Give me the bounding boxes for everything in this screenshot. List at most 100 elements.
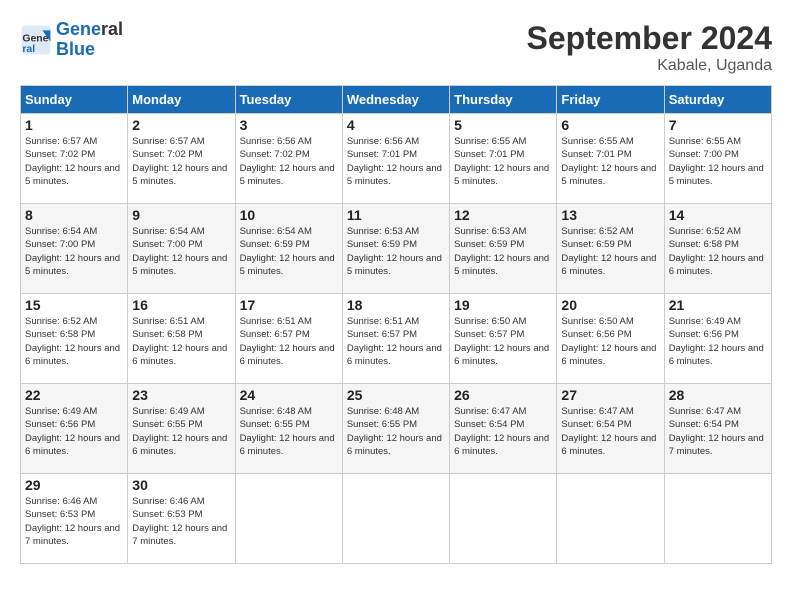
table-row	[235, 474, 342, 564]
calendar-week: 8 Sunrise: 6:54 AMSunset: 7:00 PMDaylight…	[21, 204, 772, 294]
day-info: Sunrise: 6:53 AMSunset: 6:59 PMDaylight:…	[347, 225, 445, 278]
day-number: 17	[240, 297, 338, 313]
day-info: Sunrise: 6:49 AMSunset: 6:56 PMDaylight:…	[25, 405, 123, 458]
day-number: 8	[25, 207, 123, 223]
day-number: 3	[240, 117, 338, 133]
day-info: Sunrise: 6:48 AMSunset: 6:55 PMDaylight:…	[347, 405, 445, 458]
day-info: Sunrise: 6:46 AMSunset: 6:53 PMDaylight:…	[132, 495, 230, 548]
day-number: 29	[25, 477, 123, 493]
table-row: 13Sunrise: 6:52 AMSunset: 6:59 PMDayligh…	[557, 204, 664, 294]
day-number: 6	[561, 117, 659, 133]
col-tuesday: Tuesday	[235, 86, 342, 114]
day-number: 23	[132, 387, 230, 403]
day-info: Sunrise: 6:56 AMSunset: 7:02 PMDaylight:…	[240, 135, 338, 188]
table-row: 26 Sunrise: 6:47 AMSunset: 6:54 PMDayligh…	[450, 384, 557, 474]
day-number: 28	[669, 387, 767, 403]
col-sunday: Sunday	[21, 86, 128, 114]
day-number: 14	[669, 207, 767, 223]
table-row: 14 Sunrise: 6:52 AMSunset: 6:58 PMDayligh…	[664, 204, 771, 294]
day-info: Sunrise: 6:47 AMSunset: 6:54 PMDaylight:…	[454, 405, 552, 458]
day-number: 5	[454, 117, 552, 133]
day-info: Sunrise: 6:50 AMSunset: 6:56 PMDaylight:…	[561, 315, 659, 368]
table-row: 1 Sunrise: 6:57 AMSunset: 7:02 PMDaylight…	[21, 114, 128, 204]
page-header: Gene ral GeneralBlue September 2024 Kaba…	[20, 20, 772, 75]
logo-text: GeneralBlue	[56, 20, 123, 60]
table-row	[664, 474, 771, 564]
logo: Gene ral GeneralBlue	[20, 20, 123, 60]
month-title: September 2024	[527, 20, 772, 57]
table-row: 10 Sunrise: 6:54 AMSunset: 6:59 PMDayligh…	[235, 204, 342, 294]
day-info: Sunrise: 6:51 AMSunset: 6:57 PMDaylight:…	[347, 315, 445, 368]
col-wednesday: Wednesday	[342, 86, 449, 114]
table-row: 5 Sunrise: 6:55 AMSunset: 7:01 PMDaylight…	[450, 114, 557, 204]
table-row: 2Sunrise: 6:57 AMSunset: 7:02 PMDaylight…	[128, 114, 235, 204]
day-info: Sunrise: 6:51 AMSunset: 6:58 PMDaylight:…	[132, 315, 230, 368]
day-number: 26	[454, 387, 552, 403]
day-info: Sunrise: 6:51 AMSunset: 6:57 PMDaylight:…	[240, 315, 338, 368]
logo-icon: Gene ral	[20, 24, 52, 56]
day-number: 19	[454, 297, 552, 313]
day-info: Sunrise: 6:56 AMSunset: 7:01 PMDaylight:…	[347, 135, 445, 188]
table-row: 9Sunrise: 6:54 AMSunset: 7:00 PMDaylight…	[128, 204, 235, 294]
table-row: 17 Sunrise: 6:51 AMSunset: 6:57 PMDayligh…	[235, 294, 342, 384]
day-number: 27	[561, 387, 659, 403]
day-number: 24	[240, 387, 338, 403]
table-row: 22 Sunrise: 6:49 AMSunset: 6:56 PMDayligh…	[21, 384, 128, 474]
day-number: 4	[347, 117, 445, 133]
table-row: 20 Sunrise: 6:50 AMSunset: 6:56 PMDayligh…	[557, 294, 664, 384]
table-row: 21Sunrise: 6:49 AMSunset: 6:56 PMDayligh…	[664, 294, 771, 384]
day-number: 10	[240, 207, 338, 223]
day-info: Sunrise: 6:49 AMSunset: 6:56 PMDaylight:…	[669, 315, 767, 368]
day-info: Sunrise: 6:55 AMSunset: 7:01 PMDaylight:…	[561, 135, 659, 188]
day-number: 11	[347, 207, 445, 223]
location: Kabale, Uganda	[527, 57, 772, 75]
col-saturday: Saturday	[664, 86, 771, 114]
calendar-week: 22 Sunrise: 6:49 AMSunset: 6:56 PMDayligh…	[21, 384, 772, 474]
col-thursday: Thursday	[450, 86, 557, 114]
col-friday: Friday	[557, 86, 664, 114]
day-info: Sunrise: 6:54 AMSunset: 7:00 PMDaylight:…	[132, 225, 230, 278]
day-number: 25	[347, 387, 445, 403]
calendar-week: 1 Sunrise: 6:57 AMSunset: 7:02 PMDaylight…	[21, 114, 772, 204]
day-info: Sunrise: 6:50 AMSunset: 6:57 PMDaylight:…	[454, 315, 552, 368]
day-number: 18	[347, 297, 445, 313]
day-info: Sunrise: 6:48 AMSunset: 6:55 PMDaylight:…	[240, 405, 338, 458]
table-row	[342, 474, 449, 564]
day-number: 16	[132, 297, 230, 313]
day-number: 1	[25, 117, 123, 133]
day-number: 20	[561, 297, 659, 313]
table-row: 19 Sunrise: 6:50 AMSunset: 6:57 PMDayligh…	[450, 294, 557, 384]
table-row: 24 Sunrise: 6:48 AMSunset: 6:55 PMDayligh…	[235, 384, 342, 474]
day-number: 12	[454, 207, 552, 223]
day-number: 13	[561, 207, 659, 223]
day-info: Sunrise: 6:54 AMSunset: 6:59 PMDaylight:…	[240, 225, 338, 278]
day-info: Sunrise: 6:57 AMSunset: 7:02 PMDaylight:…	[25, 135, 123, 188]
day-info: Sunrise: 6:55 AMSunset: 7:01 PMDaylight:…	[454, 135, 552, 188]
day-number: 15	[25, 297, 123, 313]
day-info: Sunrise: 6:54 AMSunset: 7:00 PMDaylight:…	[25, 225, 123, 278]
svg-text:Gene: Gene	[22, 33, 48, 44]
table-row: 27 Sunrise: 6:47 AMSunset: 6:54 PMDayligh…	[557, 384, 664, 474]
day-info: Sunrise: 6:55 AMSunset: 7:00 PMDaylight:…	[669, 135, 767, 188]
calendar-week: 15 Sunrise: 6:52 AMSunset: 6:58 PMDayligh…	[21, 294, 772, 384]
calendar-table: Sunday Monday Tuesday Wednesday Thursday…	[20, 85, 772, 564]
table-row: 11 Sunrise: 6:53 AMSunset: 6:59 PMDayligh…	[342, 204, 449, 294]
table-row: 23Sunrise: 6:49 AMSunset: 6:55 PMDayligh…	[128, 384, 235, 474]
day-info: Sunrise: 6:47 AMSunset: 6:54 PMDaylight:…	[561, 405, 659, 458]
table-row: 4 Sunrise: 6:56 AMSunset: 7:01 PMDaylight…	[342, 114, 449, 204]
day-info: Sunrise: 6:57 AMSunset: 7:02 PMDaylight:…	[132, 135, 230, 188]
day-info: Sunrise: 6:52 AMSunset: 6:58 PMDaylight:…	[669, 225, 767, 278]
day-number: 22	[25, 387, 123, 403]
table-row: 25 Sunrise: 6:48 AMSunset: 6:55 PMDayligh…	[342, 384, 449, 474]
table-row: 29 Sunrise: 6:46 AMSunset: 6:53 PMDayligh…	[21, 474, 128, 564]
table-row: 30Sunrise: 6:46 AMSunset: 6:53 PMDayligh…	[128, 474, 235, 564]
header-row: Sunday Monday Tuesday Wednesday Thursday…	[21, 86, 772, 114]
col-monday: Monday	[128, 86, 235, 114]
table-row: 12Sunrise: 6:53 AMSunset: 6:59 PMDayligh…	[450, 204, 557, 294]
day-number: 7	[669, 117, 767, 133]
day-info: Sunrise: 6:47 AMSunset: 6:54 PMDaylight:…	[669, 405, 767, 458]
table-row	[450, 474, 557, 564]
day-info: Sunrise: 6:52 AMSunset: 6:58 PMDaylight:…	[25, 315, 123, 368]
day-info: Sunrise: 6:46 AMSunset: 6:53 PMDaylight:…	[25, 495, 123, 548]
table-row: 16 Sunrise: 6:51 AMSunset: 6:58 PMDayligh…	[128, 294, 235, 384]
